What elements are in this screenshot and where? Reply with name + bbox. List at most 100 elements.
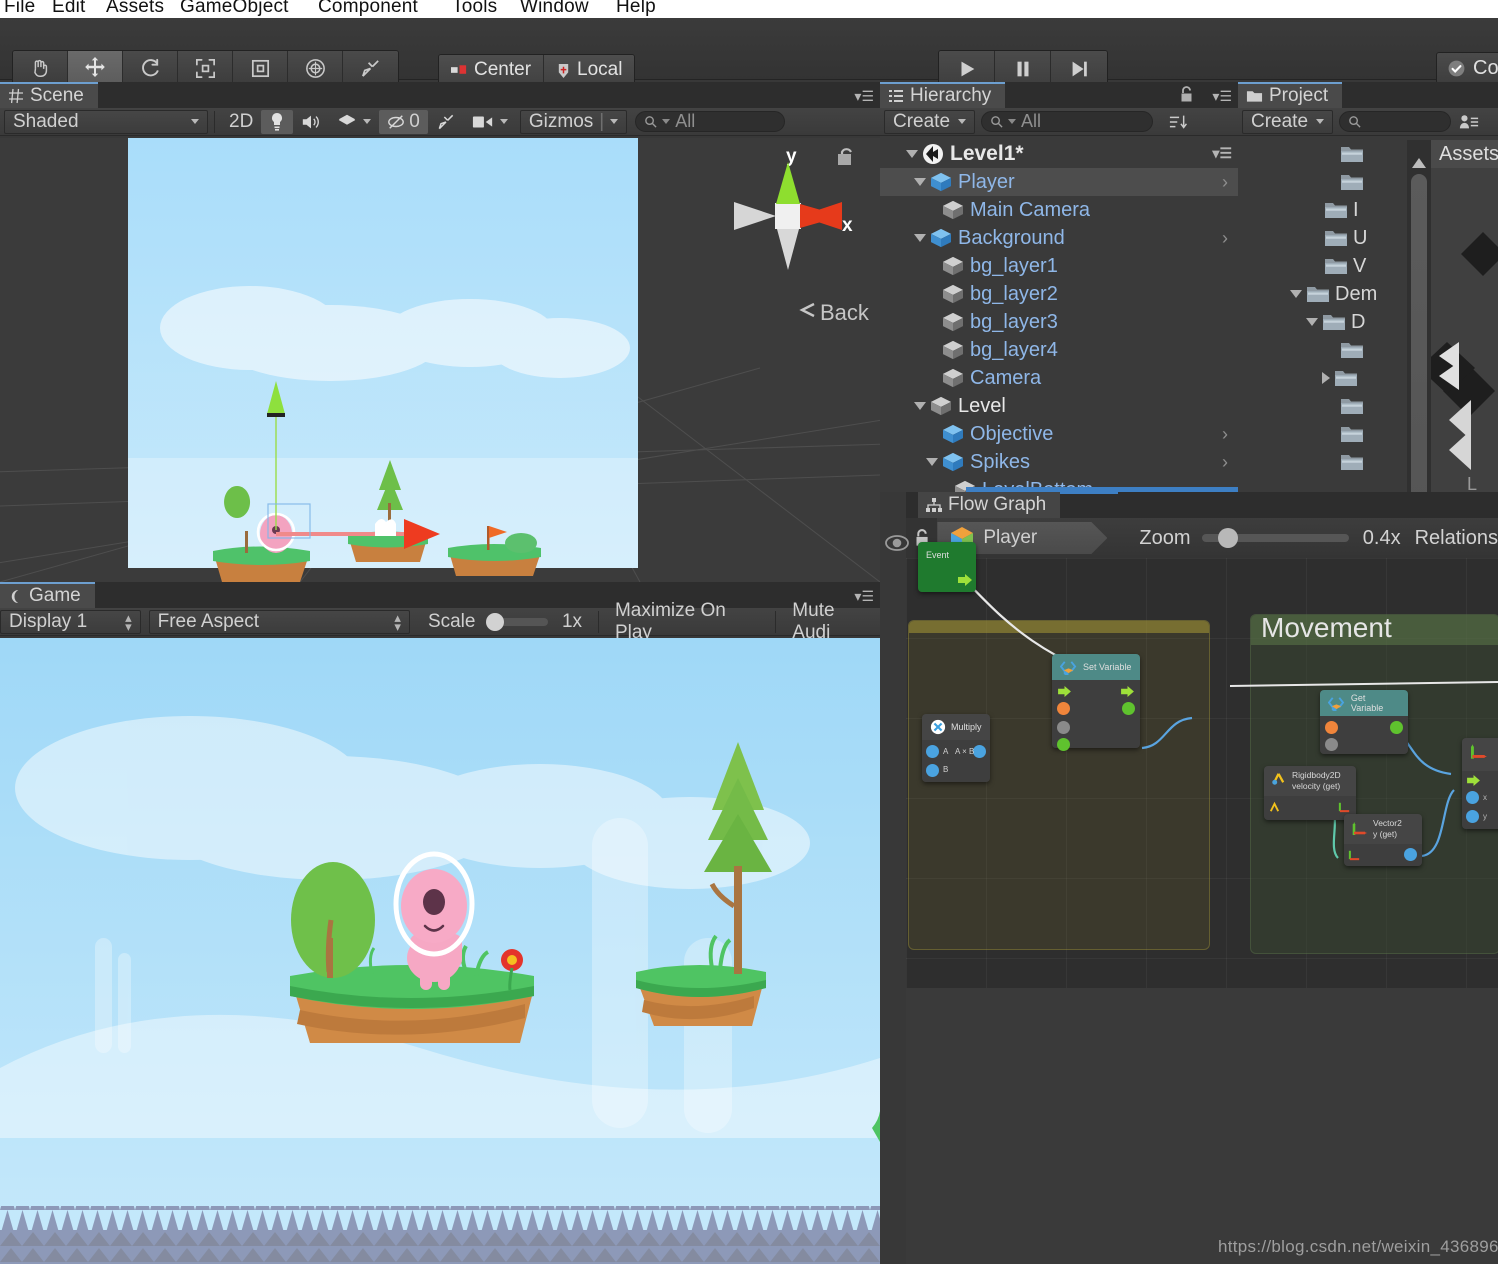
hierarchy-item-bg-layer1[interactable]: bg_layer1 <box>880 252 1238 280</box>
scene-orientation-gizmo[interactable]: y x Back <box>720 138 880 368</box>
scene-component-tools[interactable] <box>428 110 464 134</box>
flow-graph-zoom-slider[interactable] <box>1202 528 1349 548</box>
tab-flow-graph[interactable]: Flow Graph <box>918 492 1061 518</box>
flow-port-in-object[interactable] <box>1057 702 1070 715</box>
pivot-mode-button[interactable]: Center <box>439 55 545 85</box>
scene-panel-menu[interactable]: ▾☰ <box>854 88 874 105</box>
chevron-down-icon[interactable] <box>1306 318 1318 326</box>
rect-tool-button[interactable] <box>233 51 288 85</box>
game-maximize-on-play-toggle[interactable]: Maximize On Play <box>607 600 767 643</box>
chevron-down-icon-root[interactable] <box>906 150 918 158</box>
flow-port-in-value[interactable] <box>1057 738 1070 751</box>
flow-graph-multiply-node[interactable]: Multiply A A × B B <box>922 714 990 782</box>
chevron-down-icon[interactable] <box>914 234 926 242</box>
chevron-right-icon[interactable] <box>1322 372 1330 384</box>
tab-hierarchy[interactable]: Hierarchy <box>880 82 1006 108</box>
hierarchy-sort-button[interactable] <box>1161 110 1199 134</box>
transform-tool-button[interactable] <box>288 51 343 85</box>
menu-item-component[interactable]: Component <box>318 0 418 18</box>
flow-port-x[interactable] <box>1466 791 1479 804</box>
game-scale-slider-handle[interactable] <box>486 612 505 631</box>
flow-port-in-name[interactable] <box>1057 721 1070 734</box>
hierarchy-item-bg-layer2[interactable]: bg_layer2 <box>880 280 1238 308</box>
flow-graph-canvas[interactable]: Movement Event Set Variable Multiply A A… <box>906 542 1498 988</box>
inspector-eye-icon[interactable] <box>884 534 910 558</box>
hierarchy-item-camera[interactable]: Camera <box>880 364 1238 392</box>
hierarchy-item-player[interactable]: Player › <box>880 168 1238 196</box>
flow-port-get-name[interactable] <box>1325 738 1338 751</box>
flow-graph-vector2-create-node[interactable]: x y <box>1462 738 1498 829</box>
project-item-d[interactable]: D <box>1238 308 1408 336</box>
chevron-down-icon[interactable] <box>926 458 938 466</box>
game-scale-slider[interactable] <box>486 612 548 631</box>
flow-graph-zoom-handle[interactable] <box>1218 528 1239 548</box>
chevron-down-icon-cam[interactable] <box>499 119 508 124</box>
menu-item-file[interactable]: File <box>4 0 35 18</box>
project-create-button[interactable]: Create <box>1242 109 1334 134</box>
collab-button[interactable]: Co <box>1436 52 1498 84</box>
game-viewport[interactable] <box>0 638 880 1264</box>
project-item-u8[interactable] <box>1238 364 1408 392</box>
tab-scene[interactable]: Scene <box>0 82 98 108</box>
flow-port-out-value[interactable] <box>1122 702 1135 715</box>
prefab-open-chevron-icon[interactable]: › <box>1222 228 1228 249</box>
scene-fx-toggle[interactable] <box>329 110 379 134</box>
chevron-down-icon[interactable] <box>914 402 926 410</box>
menu-item-window[interactable]: Window <box>520 0 589 18</box>
flow-port-b[interactable] <box>926 764 939 777</box>
hierarchy-item-spikes[interactable]: Spikes › <box>880 448 1238 476</box>
project-item-u[interactable]: U <box>1238 224 1408 252</box>
project-tree-upper[interactable]: I U V Dem D <box>1238 140 1408 538</box>
hierarchy-item-level[interactable]: Level <box>880 392 1238 420</box>
transform-tools-group[interactable] <box>12 50 399 86</box>
flow-graph-rigidbody-velocity-node[interactable]: Rigidbody2D velocity (get) <box>1264 766 1356 820</box>
hierarchy-scene-root[interactable]: Level1* ▾☰ <box>880 140 1238 168</box>
menu-item-tools[interactable]: Tools <box>452 0 497 18</box>
chevron-down-icon-fx[interactable] <box>363 119 372 124</box>
game-aspect-dropdown[interactable]: Free Aspect ▴ ▾ <box>148 609 410 634</box>
menu-item-help[interactable]: Help <box>616 0 656 18</box>
game-display-dropdown[interactable]: Display 1 ▴ ▾ <box>0 609 141 634</box>
project-item-dem[interactable]: Dem <box>1238 280 1408 308</box>
move-tool-button[interactable] <box>68 51 123 85</box>
tab-project[interactable]: Project <box>1238 82 1343 108</box>
hierarchy-item-bg-layer4[interactable]: bg_layer4 <box>880 336 1238 364</box>
project-item-u7[interactable] <box>1238 336 1408 364</box>
project-item-u1[interactable] <box>1238 168 1408 196</box>
flow-graph-vector2-y-node[interactable]: Vector2 y (get) <box>1344 814 1422 866</box>
flow-graph-relations-button[interactable]: Relations <box>1415 527 1498 550</box>
flow-graph-get-variable-node[interactable]: Get Variable <box>1320 690 1408 754</box>
hierarchy-item-bg-layer3[interactable]: bg_layer3 <box>880 308 1238 336</box>
flow-graph-set-variable-node[interactable]: Set Variable <box>1052 654 1140 751</box>
scene-audio-toggle[interactable] <box>293 110 329 134</box>
flow-port-get-value[interactable] <box>1390 721 1403 734</box>
hand-tool-button[interactable] <box>13 51 68 85</box>
hierarchy-panel-menu[interactable]: ▾☰ <box>1212 88 1232 105</box>
project-item-u9[interactable] <box>1238 392 1408 420</box>
hierarchy-item-background[interactable]: Background › <box>880 224 1238 252</box>
project-search-input[interactable] <box>1339 111 1452 132</box>
project-item-u11[interactable] <box>1238 448 1408 476</box>
scene-2d-toggle[interactable]: 2D <box>221 110 261 134</box>
prefab-open-chevron-icon[interactable]: › <box>1222 172 1228 193</box>
menu-item-gameobject[interactable]: GameObject <box>180 0 289 18</box>
flow-port-result[interactable] <box>973 745 986 758</box>
project-breadcrumb[interactable]: Assets <box>1431 140 1498 168</box>
prefab-open-chevron-icon[interactable]: › <box>1222 452 1228 473</box>
scene-viewport[interactable]: y x Back <box>0 138 880 582</box>
flow-port-a[interactable] <box>926 745 939 758</box>
scene-hidden-objects-toggle[interactable]: 0 <box>379 109 428 134</box>
scene-gizmos-dropdown[interactable]: Gizmos | <box>519 109 628 134</box>
hierarchy-search-input[interactable]: All <box>981 111 1154 132</box>
pivot-rotation-button[interactable]: Local <box>544 55 635 85</box>
project-item-u10[interactable] <box>1238 420 1408 448</box>
prefab-open-chevron-icon[interactable]: › <box>1222 424 1228 445</box>
tab-game[interactable]: Game <box>0 582 95 608</box>
scene-lighting-toggle[interactable] <box>261 109 294 134</box>
custom-editor-tool-button[interactable] <box>343 51 398 85</box>
flow-port-get-object[interactable] <box>1325 721 1338 734</box>
project-item-v[interactable]: V <box>1238 252 1408 280</box>
hierarchy-item-main-camera[interactable]: Main Camera <box>880 196 1238 224</box>
scroll-up-arrow-icon[interactable] <box>1412 158 1426 168</box>
scene-search-input[interactable]: All <box>635 111 786 132</box>
